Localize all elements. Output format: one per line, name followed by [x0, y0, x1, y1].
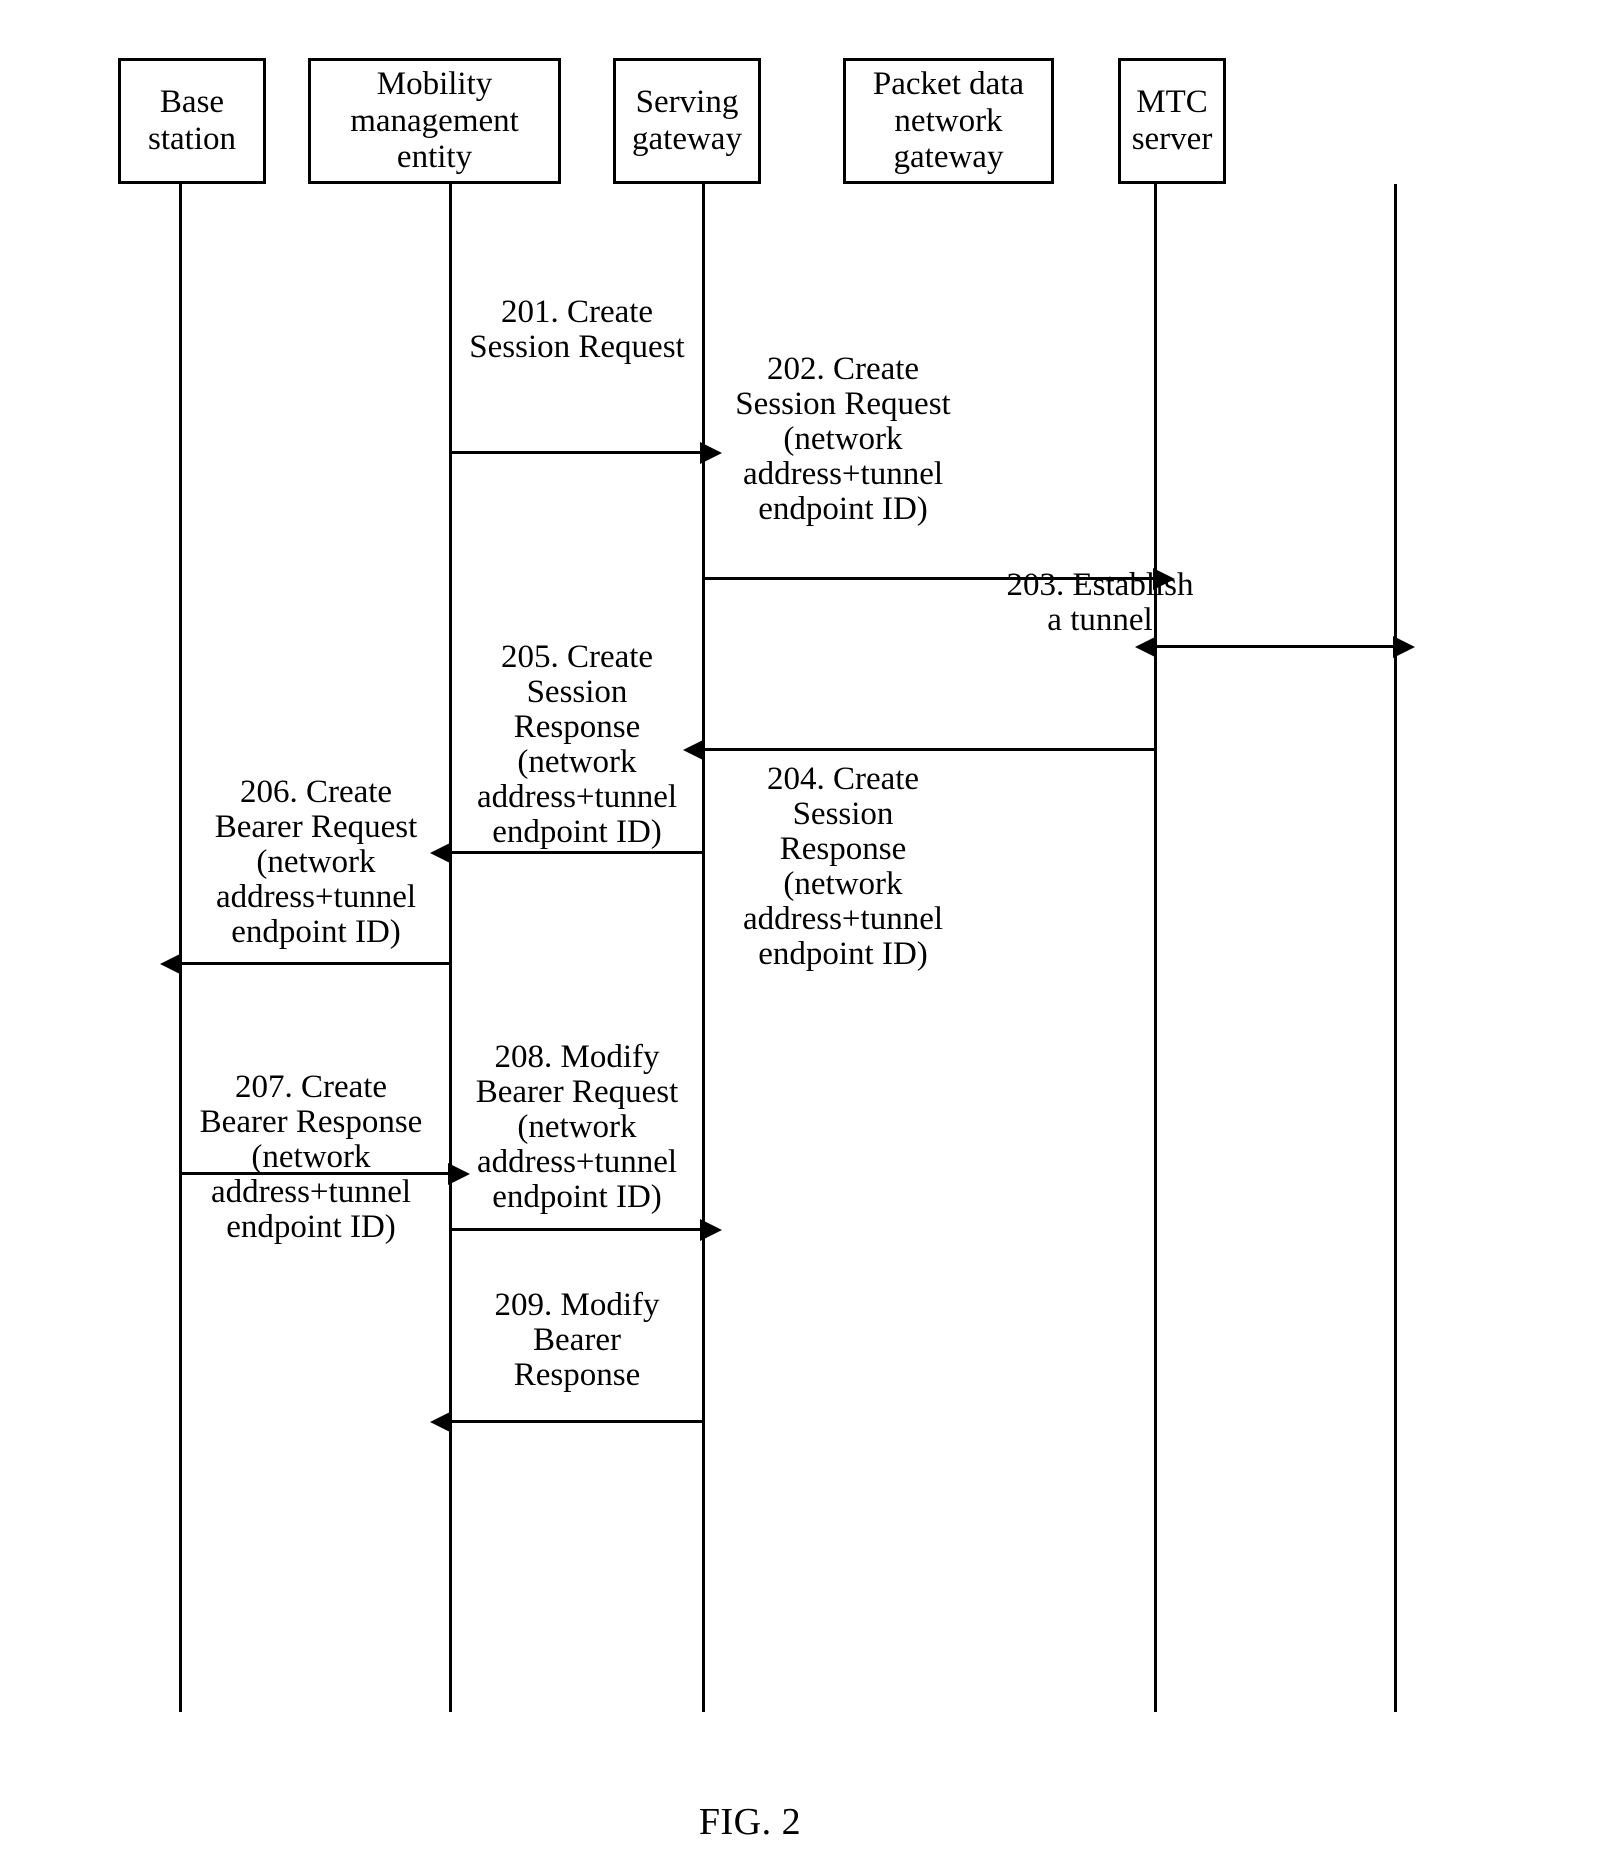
- message-arrow-205: [430, 842, 702, 864]
- actor-label-mtc-server: MTC server: [1131, 84, 1213, 157]
- message-label-203: 203. Establish a tunnel: [1006, 567, 1194, 638]
- actor-label-base-station: Base station: [148, 84, 236, 157]
- actor-label-serving-gateway: Serving gateway: [632, 84, 742, 157]
- actor-box-mme: Mobility management entity: [308, 58, 561, 184]
- message-arrow-203: [1135, 636, 1415, 658]
- lifeline-packet-data-network-gateway: [1154, 184, 1157, 1712]
- message-arrow-204: [683, 739, 1155, 761]
- message-arrow-209: [430, 1411, 702, 1433]
- message-label-208: 208. Modify Bearer Request (network addr…: [475, 1039, 679, 1215]
- message-arrow-207: [180, 1163, 470, 1185]
- message-label-205: 205. Create Session Response (network ad…: [476, 639, 678, 850]
- message-label-209: 209. Modify Bearer Response: [494, 1287, 660, 1393]
- figure-caption: FIG. 2: [698, 1801, 802, 1843]
- message-label-206: 206. Create Bearer Request (network addr…: [214, 774, 418, 950]
- message-label-207: 207. Create Bearer Response (network add…: [199, 1069, 423, 1245]
- actor-box-base-station: Base station: [118, 58, 266, 184]
- actor-box-mtc-server: MTC server: [1118, 58, 1226, 184]
- arrow-head-left-icon: [160, 953, 182, 975]
- arrow-head-right-icon: [1393, 636, 1415, 658]
- message-arrow-206: [160, 953, 450, 975]
- message-label-204: 204. Create Session Response (network ad…: [742, 761, 944, 972]
- message-arrow-201: [450, 442, 722, 464]
- actor-label-mme: Mobility management entity: [350, 65, 519, 176]
- arrow-head-left-icon: [1135, 636, 1157, 658]
- actor-label-packet-data-network-gateway: Packet data network gateway: [872, 65, 1025, 176]
- lifeline-serving-gateway: [702, 184, 705, 1712]
- actor-box-packet-data-network-gateway: Packet data network gateway: [843, 58, 1054, 184]
- lifeline-mtc-server: [1394, 184, 1397, 1712]
- message-label-201: 201. Create Session Request: [469, 294, 685, 365]
- message-arrow-208: [450, 1219, 722, 1241]
- arrow-head-right-icon: [700, 1219, 722, 1241]
- arrow-head-left-icon: [430, 1411, 452, 1433]
- actor-box-serving-gateway: Serving gateway: [613, 58, 761, 184]
- figure-canvas: Base station Mobility management entity …: [0, 0, 1608, 1875]
- message-label-202: 202. Create Session Request (network add…: [735, 351, 951, 527]
